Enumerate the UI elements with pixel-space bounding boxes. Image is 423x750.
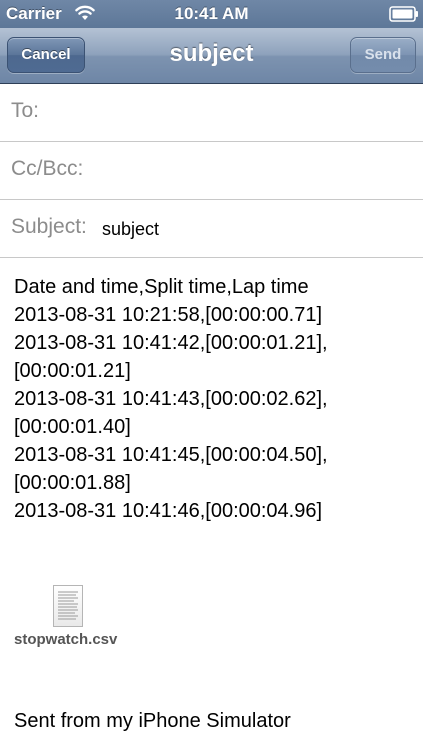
body-line: 2013-08-31 10:41:46,[00:00:04.96] [14,500,323,522]
body-line: [00:00:01.88] [14,472,131,494]
status-bar: Carrier 10:41 AM [0,0,423,28]
document-icon [53,585,83,627]
clock-time: 10:41 AM [174,4,249,23]
compose-mail-screen: Carrier 10:41 AM Cancel subject Send To:… [0,0,423,750]
message-body[interactable]: Date and time,Split time,Lap time 2013-0… [14,273,414,525]
body-line: 2013-08-31 10:21:58,[00:00:00.71] [14,304,323,326]
body-line: 2013-08-31 10:41:43,[00:00:02.62], [14,388,328,410]
to-field[interactable]: To: [0,84,423,142]
subject-label: Subject: [11,215,87,238]
cc-bcc-field[interactable]: Cc/Bcc: [0,142,423,200]
body-line: 2013-08-31 10:41:42,[00:00:01.21], [14,332,328,354]
battery-icon [389,6,418,22]
subject-field[interactable]: Subject: subject [0,200,423,258]
navigation-bar: Cancel subject Send [0,28,423,84]
nav-title: subject [169,40,254,67]
to-label: To: [11,99,40,122]
body-line: 2013-08-31 10:41:45,[00:00:04.50], [14,444,328,466]
body-line: [00:00:01.21] [14,360,131,382]
cancel-button[interactable]: Cancel [7,37,85,73]
cc-bcc-label: Cc/Bcc: [11,157,84,180]
body-line: [00:00:01.40] [14,416,131,438]
body-line: Date and time,Split time,Lap time [14,276,309,298]
attachment-filename: stopwatch.csv [14,631,118,648]
send-button[interactable]: Send [350,37,416,73]
signature-text: Sent from my iPhone Simulator [14,710,291,732]
subject-value[interactable]: subject [102,219,159,240]
